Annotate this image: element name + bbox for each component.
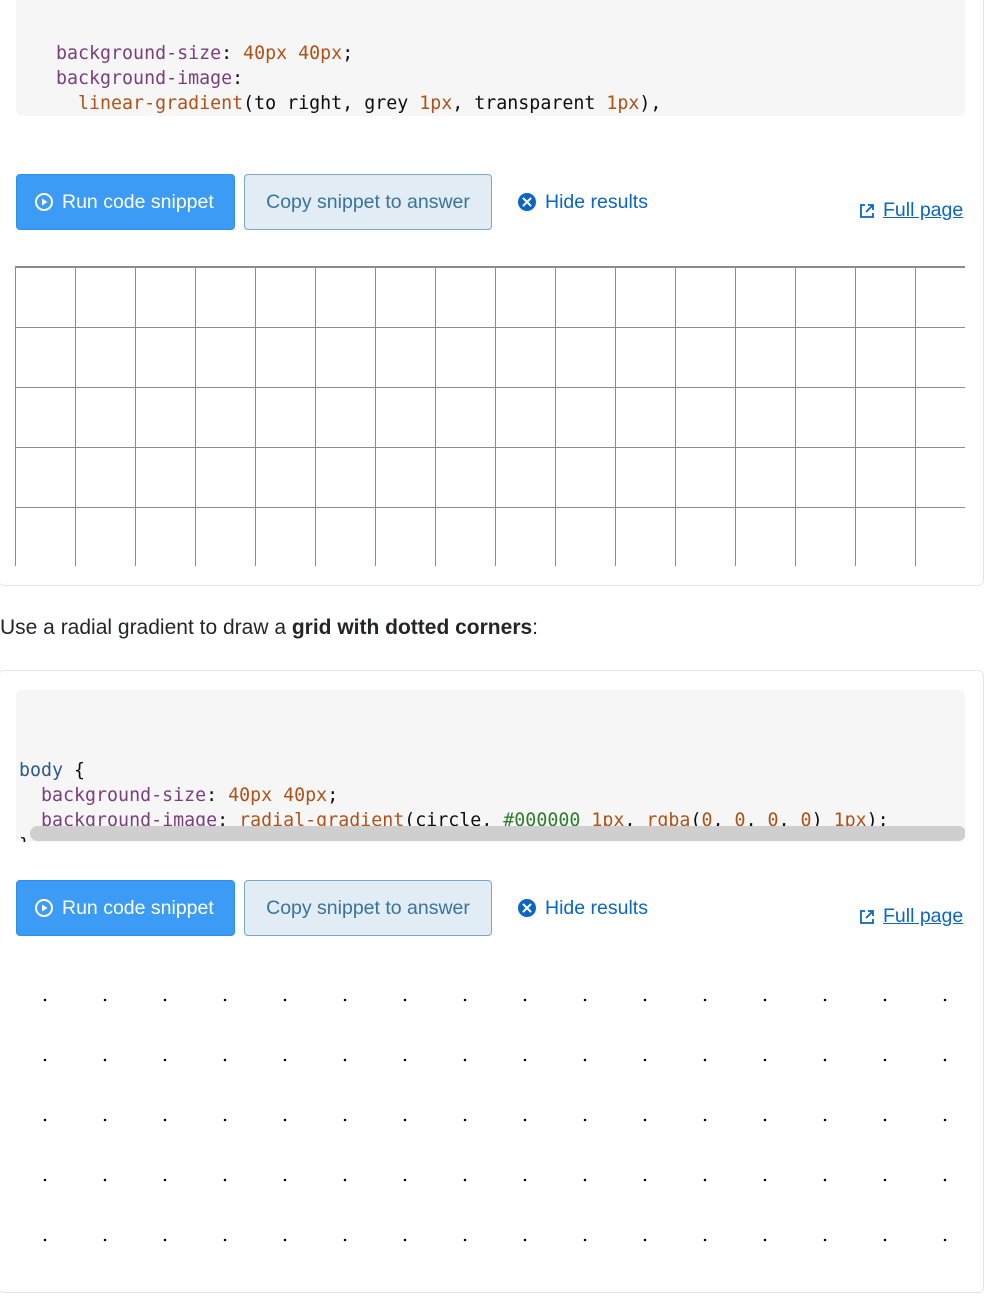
run-button-label: Run code snippet bbox=[62, 896, 214, 919]
code-token: background-size bbox=[41, 785, 207, 806]
explanation-before: Use a radial gradient to draw a bbox=[0, 616, 292, 639]
code-token: , transparent bbox=[452, 93, 607, 114]
hide-results-button[interactable]: Hide results bbox=[517, 187, 648, 217]
run-button-label: Run code snippet bbox=[62, 190, 214, 213]
code-block-2: body { background-size: 40px 40px; backg… bbox=[16, 690, 965, 842]
external-link-icon bbox=[860, 203, 874, 218]
code-token: linear-gradient bbox=[78, 93, 244, 114]
run-code-snippet-button[interactable]: Run code snippet bbox=[16, 174, 235, 230]
run-code-snippet-button-2[interactable]: Run code snippet bbox=[16, 880, 235, 936]
play-circle-icon bbox=[35, 899, 53, 917]
code-line: background-size: 40px 40px; bbox=[34, 41, 965, 66]
code-token: (to right, grey bbox=[243, 93, 420, 114]
result-grid-lines bbox=[15, 266, 965, 566]
page: background-size: 40px 40px; background-i… bbox=[0, 0, 1008, 1308]
code-token: ; bbox=[327, 785, 339, 806]
code-token: body bbox=[19, 760, 64, 781]
code-token: : bbox=[232, 68, 244, 89]
code-token: background-size bbox=[56, 43, 222, 64]
result-dotted-grid bbox=[15, 970, 965, 1270]
play-circle-icon bbox=[35, 193, 53, 211]
copy-button-label: Copy snippet to answer bbox=[266, 896, 470, 919]
external-link-icon bbox=[860, 909, 874, 924]
code-token: 1px bbox=[606, 93, 640, 114]
copy-snippet-button-2[interactable]: Copy snippet to answer bbox=[244, 880, 492, 936]
hide-results-label: Hide results bbox=[545, 190, 648, 213]
hide-results-button-2[interactable]: Hide results bbox=[517, 893, 648, 923]
hide-results-label: Hide results bbox=[545, 896, 648, 919]
close-circle-icon bbox=[518, 193, 536, 211]
code-token: } bbox=[19, 835, 30, 842]
copy-snippet-button[interactable]: Copy snippet to answer bbox=[244, 174, 492, 230]
full-page-label: Full page bbox=[883, 199, 964, 221]
code-token: 40px 40px bbox=[243, 43, 343, 64]
close-circle-icon bbox=[518, 899, 536, 917]
code-line: background-size: 40px 40px; bbox=[19, 783, 965, 808]
full-page-link[interactable]: Full page bbox=[859, 199, 963, 222]
explanation-text: Use a radial gradient to draw a grid wit… bbox=[0, 614, 538, 642]
code-token: ; bbox=[342, 43, 354, 64]
code-token: background-image bbox=[56, 68, 233, 89]
code-token: : bbox=[221, 43, 244, 64]
code-lines-1: background-size: 40px 40px; background-i… bbox=[16, 41, 965, 116]
code-line: body { bbox=[19, 758, 965, 783]
full-page-label: Full page bbox=[883, 905, 964, 927]
horizontal-scrollbar[interactable] bbox=[30, 826, 965, 841]
code-token: 40px 40px bbox=[228, 785, 328, 806]
explanation-after: : bbox=[532, 616, 539, 639]
code-line: linear-gradient(to right, grey 1px, tran… bbox=[34, 91, 965, 116]
code-block-1: background-size: 40px 40px; background-i… bbox=[16, 0, 965, 116]
code-token: : bbox=[206, 785, 229, 806]
code-token: 1px bbox=[419, 93, 453, 114]
code-token: ), bbox=[639, 93, 662, 114]
copy-button-label: Copy snippet to answer bbox=[266, 190, 470, 213]
explanation-bold: grid with dotted corners bbox=[291, 616, 533, 639]
code-token: { bbox=[63, 760, 86, 781]
full-page-link-2[interactable]: Full page bbox=[859, 905, 963, 928]
code-line: background-image: bbox=[34, 66, 965, 91]
